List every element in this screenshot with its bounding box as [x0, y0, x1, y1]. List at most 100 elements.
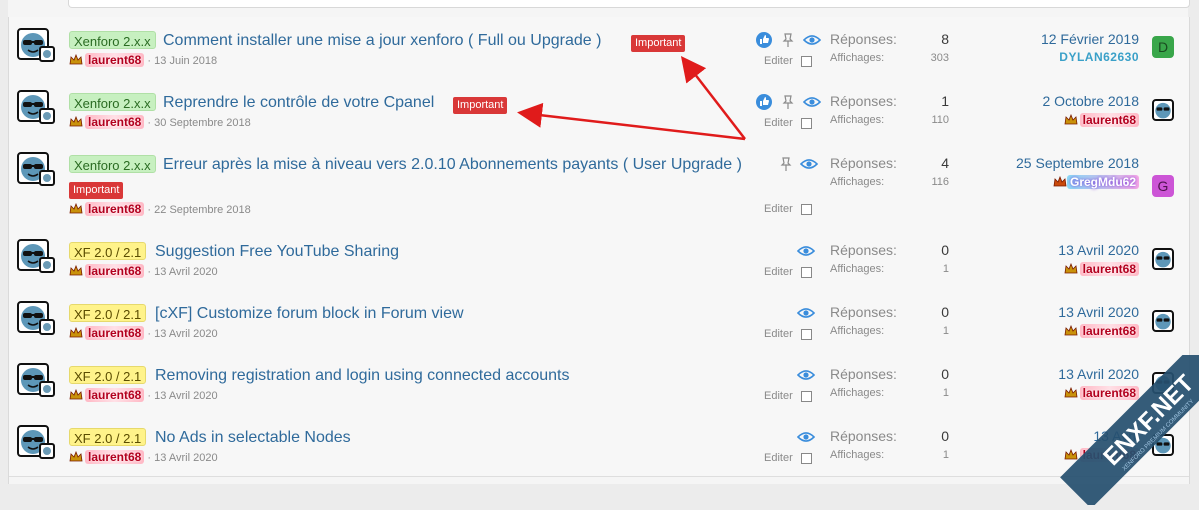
last-poster[interactable]: laurent68	[939, 324, 1139, 338]
thread-title[interactable]: [cXF] Customize forum block in Forum vie…	[155, 305, 464, 323]
author-avatar[interactable]	[17, 425, 55, 459]
crown-icon	[1064, 449, 1078, 460]
thread-row: Xenforo 2.x.x Erreur après la mise à niv…	[9, 142, 1189, 229]
last-poster-name[interactable]: laurent68	[1079, 448, 1139, 462]
date-separator: ·	[147, 266, 152, 278]
author-name[interactable]: laurent68	[85, 264, 145, 278]
edit-link[interactable]: Editer	[764, 390, 793, 402]
last-post-date[interactable]: 13 Avril 2020	[939, 366, 1139, 382]
select-checkbox[interactable]	[801, 118, 812, 129]
select-checkbox[interactable]	[801, 391, 812, 402]
select-checkbox[interactable]	[801, 267, 812, 278]
thread-prefix[interactable]: Xenforo 2.x.x	[69, 31, 156, 49]
select-checkbox[interactable]	[801, 56, 812, 67]
edit-link[interactable]: Editer	[764, 452, 793, 464]
thread-prefix[interactable]: XF 2.0 / 2.1	[69, 304, 147, 322]
filter-bar-inner	[68, 0, 1190, 8]
author-avatar[interactable]	[17, 152, 55, 186]
thread-date[interactable]: 13 Avril 2020	[154, 328, 217, 340]
edit-link[interactable]: Editer	[764, 203, 793, 215]
last-poster-name[interactable]: DYLAN62630	[939, 50, 1139, 64]
views-label: Affichages:	[830, 325, 885, 337]
thread-date[interactable]: 13 Avril 2020	[154, 266, 217, 278]
thread-prefix[interactable]: XF 2.0 / 2.1	[69, 366, 147, 384]
secondary-avatar-icon	[39, 170, 55, 186]
last-poster-avatar[interactable]: G	[1152, 175, 1174, 197]
thread-prefix[interactable]: XF 2.0 / 2.1	[69, 242, 147, 260]
author-name[interactable]: laurent68	[85, 450, 145, 464]
last-poster[interactable]: laurent68	[939, 386, 1139, 400]
thread-row: Xenforo 2.x.x Reprendre le contrôle de v…	[9, 80, 1189, 143]
last-poster[interactable]: GregMdu62	[939, 175, 1139, 189]
author-name[interactable]: laurent68	[85, 326, 145, 340]
author-name[interactable]: laurent68	[85, 53, 145, 67]
thread-status-icons	[756, 31, 821, 49]
eye-icon[interactable]	[797, 305, 815, 321]
pin-icon	[783, 33, 794, 47]
select-checkbox[interactable]	[801, 453, 812, 464]
last-poster-name[interactable]: laurent68	[1079, 386, 1139, 400]
last-poster-name[interactable]: laurent68	[1079, 113, 1139, 127]
select-checkbox[interactable]	[801, 204, 812, 215]
thread-title[interactable]: Reprendre le contrôle de votre Cpanel	[163, 94, 434, 112]
last-poster-name[interactable]: laurent68	[1079, 324, 1139, 338]
last-post-date[interactable]: 2 Octobre 2018	[939, 93, 1139, 109]
edit-link[interactable]: Editer	[764, 328, 793, 340]
last-poster-avatar[interactable]	[1152, 372, 1174, 394]
last-poster-name[interactable]: laurent68	[1079, 262, 1139, 276]
crown-icon	[1064, 114, 1078, 125]
thread-meta: laurent68 · 13 Avril 2020	[69, 388, 218, 402]
thread-prefix[interactable]: Xenforo 2.x.x	[69, 155, 156, 173]
thread-title[interactable]: Removing registration and login using co…	[155, 367, 569, 385]
author-avatar[interactable]	[17, 301, 55, 335]
select-checkbox[interactable]	[801, 329, 812, 340]
eye-icon[interactable]	[797, 367, 815, 383]
last-poster[interactable]: laurent68	[939, 113, 1139, 127]
filter-bar	[8, 0, 1190, 18]
thread-title[interactable]: Suggestion Free YouTube Sharing	[155, 243, 399, 261]
thread-prefix[interactable]: XF 2.0 / 2.1	[69, 428, 147, 446]
edit-link[interactable]: Editer	[764, 55, 793, 67]
views-label: Affichages:	[830, 263, 885, 275]
author-avatar[interactable]	[17, 239, 55, 273]
last-poster-avatar[interactable]: D	[1152, 36, 1174, 58]
last-post-date[interactable]: 13 Avril 2020	[939, 242, 1139, 258]
last-post-date[interactable]: 13 Avril 2020	[939, 304, 1139, 320]
last-post-date[interactable]: 12 Février 2019	[939, 31, 1139, 47]
last-poster-avatar[interactable]	[1152, 310, 1174, 332]
eye-icon[interactable]	[802, 32, 821, 48]
last-post-date[interactable]: 25 Septembre 2018	[939, 155, 1139, 171]
thread-date[interactable]: 22 Septembre 2018	[154, 204, 251, 216]
eye-icon[interactable]	[797, 243, 815, 259]
last-poster-avatar[interactable]	[1152, 434, 1174, 456]
author-avatar[interactable]	[17, 363, 55, 397]
author-name[interactable]: laurent68	[85, 202, 145, 216]
author-avatar[interactable]	[17, 90, 55, 124]
eye-icon[interactable]	[800, 156, 819, 172]
last-poster-avatar[interactable]	[1152, 248, 1174, 270]
thread-date[interactable]: 30 Septembre 2018	[154, 117, 251, 129]
thread-prefix[interactable]: Xenforo 2.x.x	[69, 93, 156, 111]
edit-link[interactable]: Editer	[764, 266, 793, 278]
author-avatar[interactable]	[17, 28, 55, 62]
author-name[interactable]: laurent68	[85, 115, 145, 129]
crown-icon	[69, 451, 83, 462]
last-poster[interactable]: laurent68	[939, 448, 1139, 462]
thread-meta: laurent68 · 13 Juin 2018	[69, 53, 217, 67]
last-poster[interactable]: laurent68	[939, 262, 1139, 276]
last-post-date[interactable]: 13 Avril	[939, 428, 1139, 444]
eye-icon[interactable]	[797, 429, 815, 445]
thread-title[interactable]: Comment installer une mise a jour xenfor…	[163, 32, 601, 50]
thread-title[interactable]: Erreur après la mise à niveau vers 2.0.1…	[163, 156, 742, 174]
last-poster-avatar[interactable]	[1152, 99, 1174, 121]
thread-date[interactable]: 13 Juin 2018	[154, 55, 217, 67]
edit-link[interactable]: Editer	[764, 117, 793, 129]
author-name[interactable]: laurent68	[85, 388, 145, 402]
thread-status-icons	[797, 304, 815, 322]
thread-date[interactable]: 13 Avril 2020	[154, 390, 217, 402]
crown-icon	[69, 265, 83, 276]
eye-icon[interactable]	[802, 94, 821, 110]
thread-title[interactable]: No Ads in selectable Nodes	[155, 429, 351, 447]
last-poster-name[interactable]: GregMdu62	[1066, 175, 1139, 189]
thread-date[interactable]: 13 Avril 2020	[154, 452, 217, 464]
